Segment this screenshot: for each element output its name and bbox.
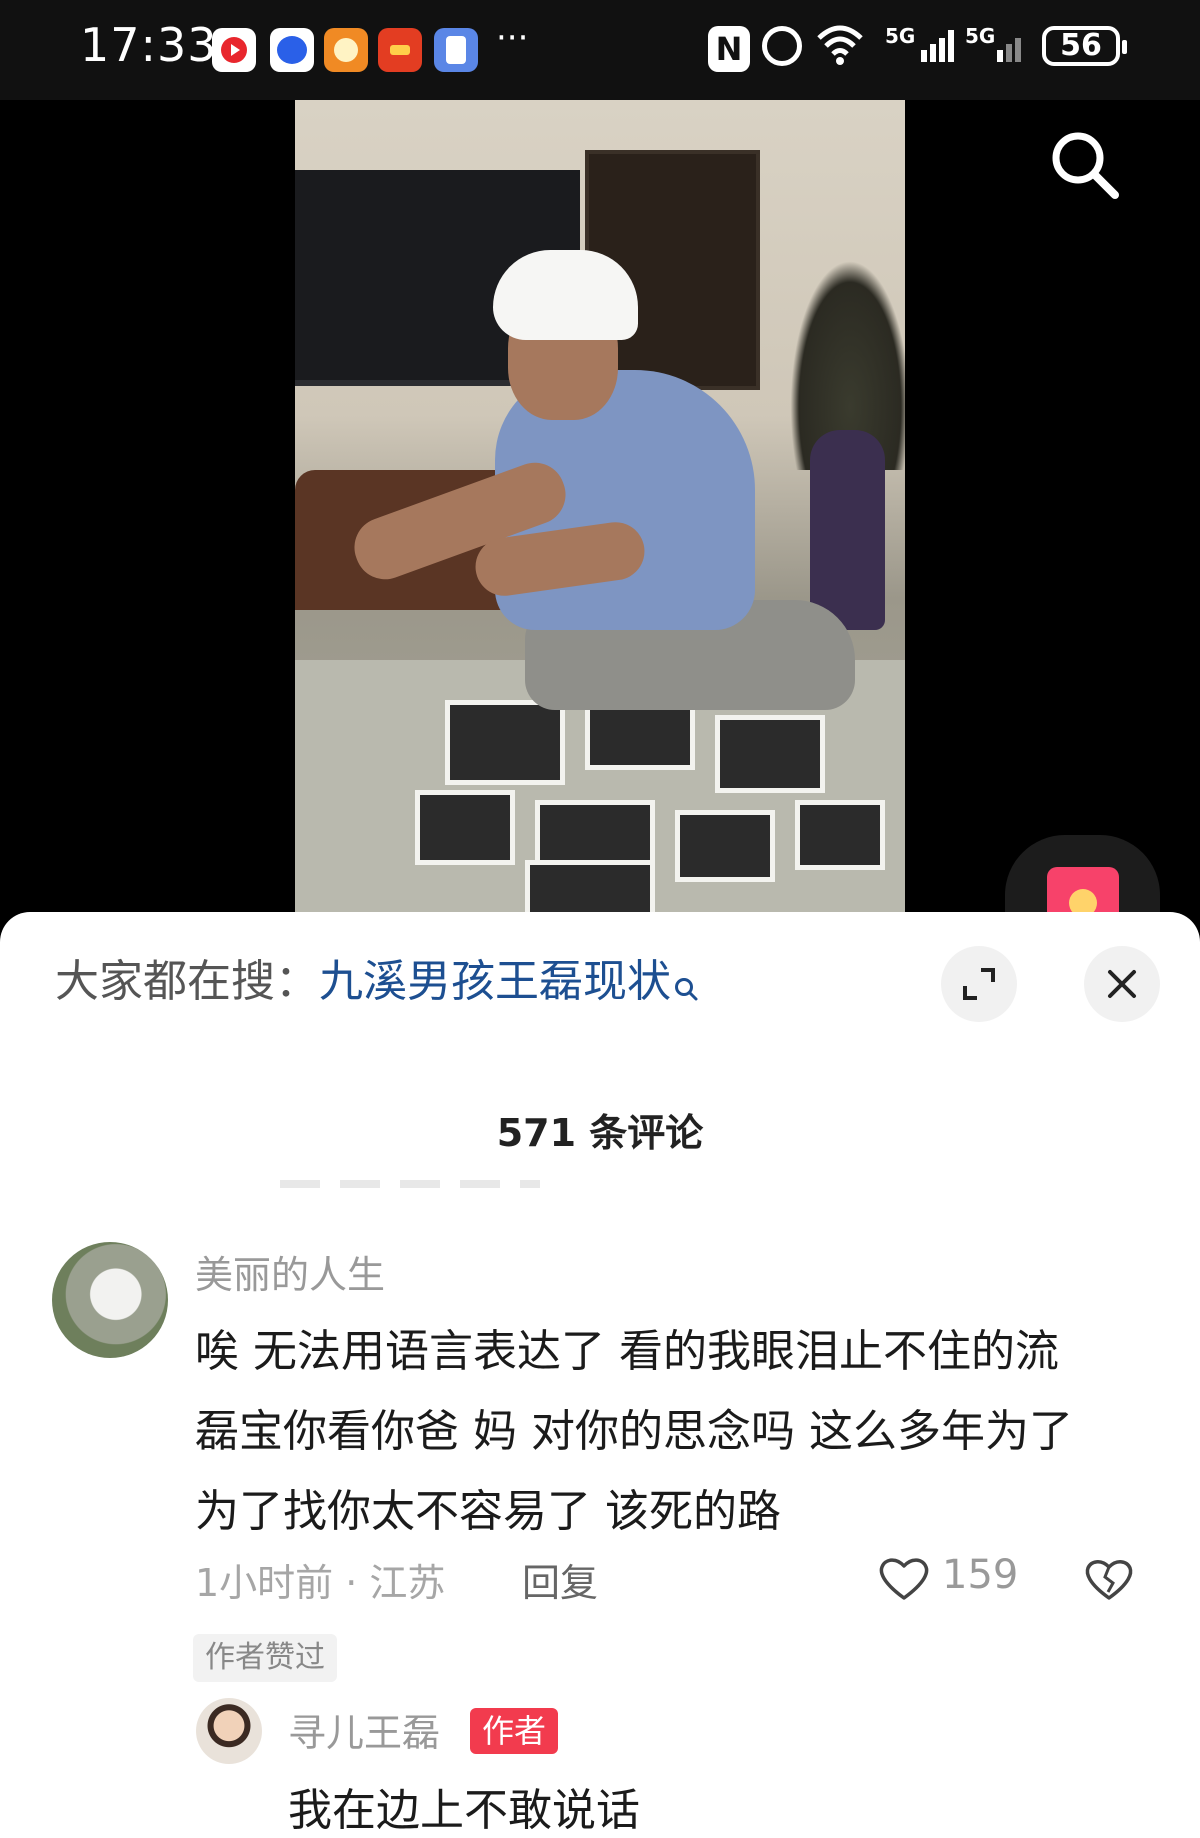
alarm-icon — [762, 26, 802, 66]
more-notifications-indicator: ··· — [496, 18, 529, 58]
search-icon[interactable] — [1045, 125, 1125, 205]
reply-username[interactable]: 寻儿王磊 — [288, 1702, 440, 1757]
baidu-icon — [270, 28, 314, 72]
like-count: 159 — [942, 1552, 1019, 1598]
video-app-icon — [212, 28, 256, 72]
comment-count: 571 条评论 — [496, 1111, 704, 1155]
comment-sheet: 大家都在搜：九溪男孩王磊现状 571 条评论 美丽的人生 唉 无法用语言表达了 … — [0, 912, 1200, 1838]
reply-text: 我在边上不敢说话 — [288, 1785, 640, 1836]
heart-icon[interactable] — [878, 1556, 930, 1606]
battery-indicator: 56 — [1042, 26, 1127, 66]
hot-search-label: 大家都在搜： — [55, 956, 319, 1007]
red-envelope-app-icon — [324, 28, 368, 72]
hot-search-icon — [673, 958, 699, 1018]
author-badge: 作者 — [470, 1708, 559, 1754]
security-app-icon — [434, 28, 478, 72]
cellular-signal-icon-1: 5G — [885, 24, 955, 68]
video-player[interactable] — [0, 100, 1200, 947]
comment-time-location: 1小时前 · 江苏 — [195, 1561, 446, 1605]
hot-search-bar[interactable]: 大家都在搜：九溪男孩王磊现状 — [55, 952, 699, 1018]
signal-1-label: 5G — [885, 24, 916, 48]
avatar[interactable] — [52, 1242, 168, 1358]
broken-heart-icon[interactable] — [1084, 1558, 1134, 1606]
close-button[interactable] — [1084, 946, 1160, 1022]
reply-avatar[interactable] — [196, 1698, 262, 1764]
nfc-icon: N — [708, 26, 750, 72]
author-liked-tag: 作者赞过 — [193, 1634, 337, 1682]
signal-2-label: 5G — [965, 24, 996, 48]
cellular-signal-icon-2: 5G — [965, 24, 1025, 68]
status-time: 17:33 — [80, 18, 218, 72]
video-frame — [295, 100, 905, 930]
red-packet-notification-icon — [378, 28, 422, 72]
expand-button[interactable] — [941, 946, 1017, 1022]
status-bar: 17:33 ··· N 5G 5G 56 — [0, 0, 1200, 100]
wifi-icon — [815, 22, 865, 77]
reply-button[interactable]: 回复 — [522, 1552, 598, 1607]
hot-search-term[interactable]: 九溪男孩王磊现状 — [319, 956, 671, 1007]
faded-divider — [280, 1180, 540, 1188]
comment-text: 唉 无法用语言表达了 看的我眼泪止不住的流 磊宝你看你爸 妈 对你的思念吗 这么… — [195, 1326, 1073, 1537]
comment-username[interactable]: 美丽的人生 — [195, 1244, 385, 1299]
